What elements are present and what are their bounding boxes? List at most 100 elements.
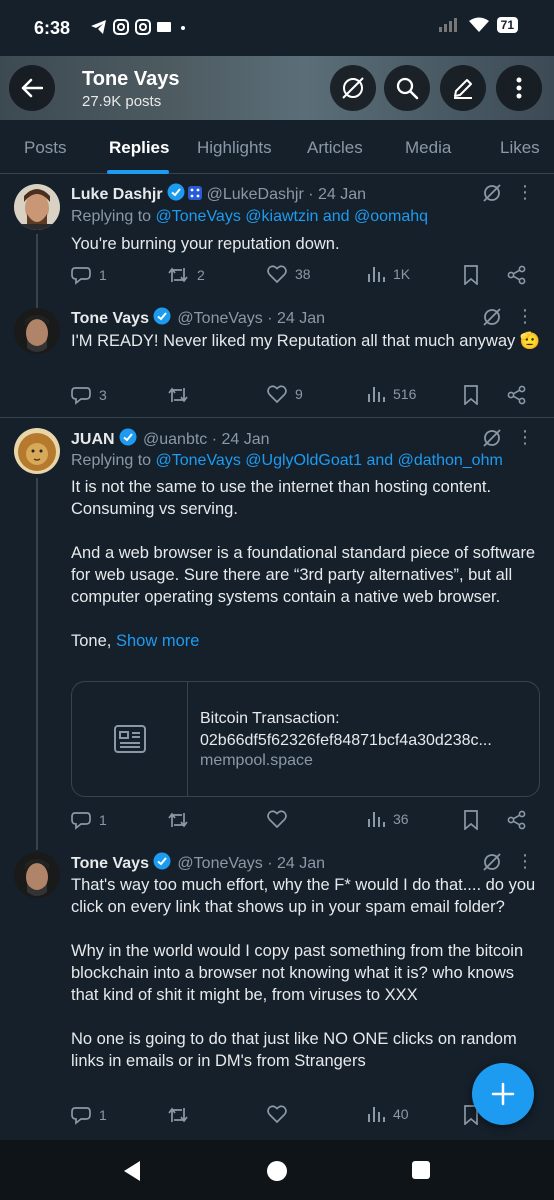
like-button[interactable] [267,810,295,828]
views-button[interactable]: 40 [367,1105,409,1123]
compose-post-button[interactable] [472,1063,534,1125]
views-icon [368,267,385,282]
repost-icon [168,267,188,283]
link-card-title: Bitcoin Transaction: 02b66df5f62326fef848… [200,708,530,752]
article-icon [113,725,146,753]
verified-badge-icon [167,183,185,201]
status-bar: 6:38 71 [0,0,554,56]
grok-icon[interactable] [482,307,502,327]
reply-button[interactable]: 1 [71,810,107,830]
replying-mentions[interactable]: @ToneVays @UglyOldGoat1 and @dathon_ohm [156,452,503,469]
author-handle[interactable]: @LukeDashjr [207,186,304,203]
dice-icon [187,186,202,200]
avatar[interactable] [14,852,60,898]
reply-button[interactable]: 1 [71,1105,107,1125]
pencil-icon [454,79,472,99]
view-count: 516 [393,386,417,402]
bookmark-icon[interactable] [463,810,479,830]
tweet-paragraph: And a web browser is a foundational stan… [71,544,536,606]
nav-back-icon[interactable] [122,1160,142,1182]
profile-name: Tone Vays [82,68,180,90]
search-button[interactable] [384,65,430,111]
tab-likes[interactable]: Likes [500,138,540,158]
repost-icon [168,812,188,828]
tab-replies[interactable]: Replies [109,138,169,158]
status-time: 6:38 [34,18,71,38]
like-button[interactable]: 38 [267,265,311,283]
repost-button[interactable] [167,385,197,405]
tweet-more-icon[interactable]: ⋮ [516,428,534,446]
back-button[interactable] [9,65,55,111]
views-button[interactable]: 1K [367,265,410,283]
views-button[interactable]: 516 [367,385,416,403]
tweet-paragraph: That's way too much effort, why the F* w… [71,876,536,916]
tab-highlights[interactable]: Highlights [197,138,272,158]
avatar[interactable] [14,308,60,354]
share-icon[interactable] [507,810,527,830]
reply-icon [71,267,91,285]
tweet-actions: 1 36 [71,810,536,832]
share-icon[interactable] [507,385,527,405]
grok-icon[interactable] [482,183,502,203]
link-card[interactable]: Bitcoin Transaction: 02b66df5f62326fef848… [71,681,540,797]
tweet-more-icon[interactable]: ⋮ [516,307,534,325]
author-name[interactable]: Tone Vays [71,310,149,327]
nav-recents-icon[interactable] [411,1160,431,1180]
grok-button[interactable] [330,65,376,111]
author-handle[interactable]: @ToneVays [177,310,262,327]
tweet-text: It is not the same to use the internet t… [71,476,541,652]
tweet-date: · 24 Jan [211,431,270,448]
avatar[interactable] [14,184,60,230]
views-icon [368,1107,385,1122]
author-name[interactable]: JUAN [71,431,115,448]
tweet-actions: 1 40 [71,1105,536,1127]
replying-to: Replying to @ToneVays @UglyOldGoat1 and … [71,452,503,470]
avatar[interactable] [14,428,60,474]
reply-button[interactable]: 3 [71,385,107,405]
replying-label: Replying to [71,452,156,469]
tweet-paragraph: It is not the same to use the internet t… [71,478,492,518]
repost-button[interactable] [167,810,197,830]
show-more-link[interactable]: Show more [116,632,199,650]
like-count: 9 [295,386,303,402]
like-button[interactable] [267,1105,295,1123]
link-card-title-line1: Bitcoin Transaction: [200,710,340,727]
tweet-paragraph: No one is going to do that just like NO … [71,1030,517,1070]
more-options-button[interactable] [496,65,542,111]
grok-icon[interactable] [482,852,502,872]
like-count: 38 [295,266,311,282]
tweet-text: That's way too much effort, why the F* w… [71,874,541,1072]
replying-mentions[interactable]: @ToneVays @kiawtzin and @oomahq [156,208,429,225]
tab-articles[interactable]: Articles [307,138,363,158]
author-handle[interactable]: @ToneVays [177,855,262,872]
author-name[interactable]: Tone Vays [71,855,149,872]
views-button[interactable]: 36 [367,810,409,828]
reply-icon [71,1107,91,1125]
heart-icon [267,385,287,403]
reply-button[interactable]: 1 [71,265,107,285]
tweet-date: · 24 Jan [267,855,326,872]
views-icon [368,387,385,402]
tab-posts[interactable]: Posts [24,138,67,158]
repost-button[interactable] [167,1105,197,1125]
reply-icon [71,387,91,405]
nav-home-icon[interactable] [266,1160,288,1182]
tab-media[interactable]: Media [405,138,451,158]
profile-header: Tone Vays 27.9K posts [0,56,554,120]
share-icon[interactable] [507,265,527,285]
tweet-date: · 24 Jan [267,310,326,327]
tweet-more-icon[interactable]: ⋮ [516,852,534,870]
heart-icon [267,810,287,828]
repost-button[interactable]: 2 [167,265,205,285]
compose-button[interactable] [440,65,486,111]
author-name[interactable]: Luke Dashjr [71,186,163,203]
reply-count: 1 [99,267,107,283]
bookmark-icon[interactable] [463,265,479,285]
reply-count: 1 [99,812,107,828]
bookmark-icon[interactable] [463,385,479,405]
like-button[interactable]: 9 [267,385,303,403]
tweet-more-icon[interactable]: ⋮ [516,183,534,201]
tweet-paragraph-text: Tone, [71,632,112,650]
grok-icon[interactable] [482,428,502,448]
author-handle[interactable]: @uanbtc [143,431,207,448]
